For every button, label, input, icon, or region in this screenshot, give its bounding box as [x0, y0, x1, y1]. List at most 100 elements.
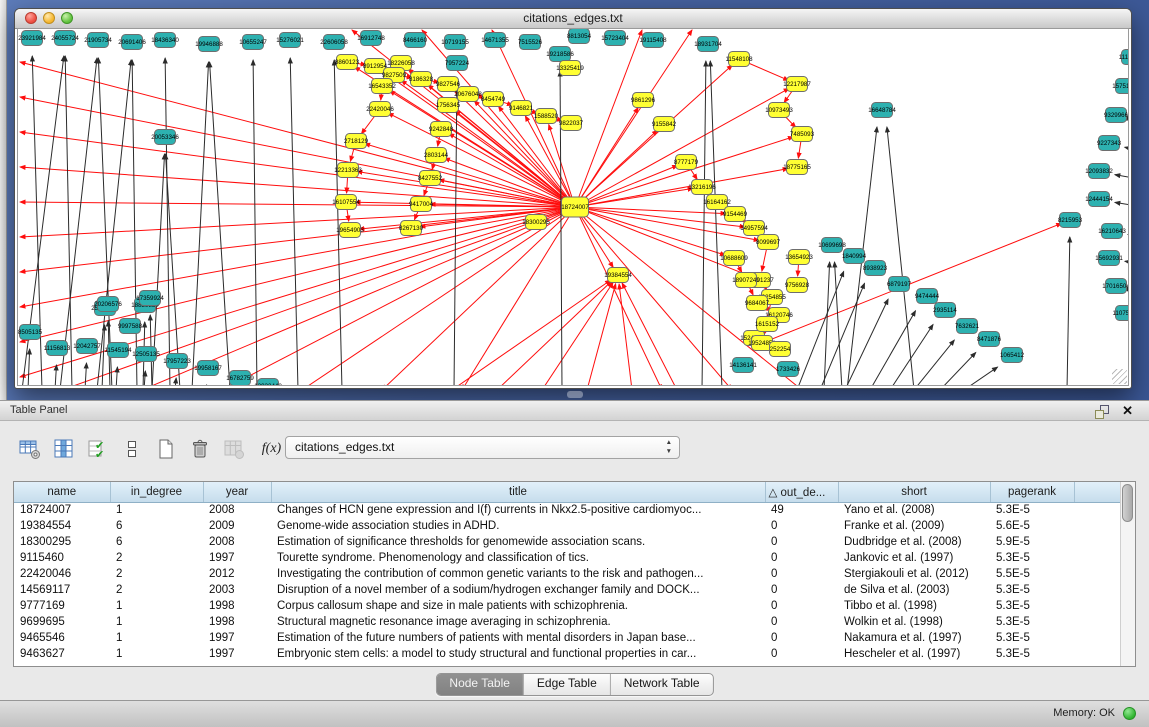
graph-edge[interactable]: [964, 367, 998, 386]
graph-edge[interactable]: [452, 280, 611, 386]
graph-edge[interactable]: [575, 165, 678, 207]
table-cell[interactable]: 5.3E-5: [990, 630, 1074, 646]
table-cell[interactable]: 2: [110, 550, 203, 566]
table-settings-button[interactable]: [16, 436, 43, 463]
tab-network-table[interactable]: Network Table: [611, 674, 713, 695]
graph-edge[interactable]: [914, 340, 954, 386]
table-cell[interactable]: Dudbridge et al. (2008): [838, 534, 990, 550]
table-cell[interactable]: 5.3E-5: [990, 582, 1074, 598]
table-cell[interactable]: 1997: [203, 630, 271, 646]
table-cell[interactable]: [1074, 518, 1120, 534]
table-row[interactable]: 2242004622012Investigating the contribut…: [14, 566, 1120, 582]
table-cell[interactable]: Investigating the contribution of common…: [271, 566, 765, 582]
graph-edge[interactable]: [702, 61, 706, 386]
graph-edge[interactable]: [20, 207, 575, 342]
table-cell[interactable]: Yano et al. (2008): [838, 502, 990, 518]
table-row[interactable]: 969969511998Structural magnetic resonanc…: [14, 614, 1120, 630]
table-cell[interactable]: 14569117: [14, 582, 110, 598]
table-cell[interactable]: 5.5E-5: [990, 566, 1074, 582]
canvas-resize-grip[interactable]: [1112, 369, 1127, 384]
table-cell[interactable]: 0: [765, 566, 838, 582]
table-cell[interactable]: Franke et al. (2009): [838, 518, 990, 534]
graph-edge[interactable]: [454, 80, 457, 386]
table-cell[interactable]: 2008: [203, 502, 271, 518]
table-cell[interactable]: 0: [765, 534, 838, 550]
column-header-title[interactable]: title: [271, 482, 765, 502]
graph-edge[interactable]: [175, 378, 176, 386]
function-builder-button[interactable]: f(x): [254, 436, 289, 463]
table-cell[interactable]: Genome-wide association studies in ADHD.: [271, 518, 765, 534]
table-cell[interactable]: 6: [110, 534, 203, 550]
graph-edge[interactable]: [575, 88, 789, 207]
graph-edge[interactable]: [575, 207, 732, 386]
graph-edge[interactable]: [575, 207, 726, 214]
table-cell[interactable]: [1074, 582, 1120, 598]
create-column-button[interactable]: [152, 436, 179, 463]
table-cell[interactable]: 5.3E-5: [990, 614, 1074, 630]
table-cell[interactable]: [1074, 550, 1120, 566]
graph-edge[interactable]: [206, 385, 207, 386]
table-cell[interactable]: 5.3E-5: [990, 550, 1074, 566]
graph-edge[interactable]: [20, 97, 575, 207]
column-header-short[interactable]: short: [838, 482, 990, 502]
delete-column-button[interactable]: [186, 436, 213, 463]
graph-edge[interactable]: [166, 154, 180, 386]
table-cell[interactable]: 0: [765, 518, 838, 534]
table-cell[interactable]: [1074, 614, 1120, 630]
graph-edge[interactable]: [97, 60, 131, 386]
table-row[interactable]: 946362711997Embryonic stem cells: a mode…: [14, 646, 1120, 662]
table-cell[interactable]: 5.6E-5: [990, 518, 1074, 534]
table-cell[interactable]: Changes of HCN gene expression and I(f) …: [271, 502, 765, 518]
graph-edge[interactable]: [1125, 261, 1129, 264]
table-cell[interactable]: 1: [110, 646, 203, 662]
graph-edge[interactable]: [587, 284, 616, 386]
graph-edge[interactable]: [388, 113, 575, 207]
table-cell[interactable]: [1074, 598, 1120, 614]
row-mode-button[interactable]: [118, 436, 145, 463]
table-cell[interactable]: 9463627: [14, 646, 110, 662]
graph-edge[interactable]: [144, 371, 145, 386]
table-cell[interactable]: 1997: [203, 550, 271, 566]
graph-edge[interactable]: [222, 207, 575, 386]
table-cell[interactable]: 1997: [203, 646, 271, 662]
graph-edge[interactable]: [132, 60, 137, 386]
graph-edge[interactable]: [1115, 175, 1129, 180]
select-columns-button[interactable]: ✔ ✔: [84, 436, 111, 463]
table-row[interactable]: 977716911998Corpus callosum shape and si…: [14, 598, 1120, 614]
table-cell[interactable]: 6: [110, 518, 203, 534]
graph-edge[interactable]: [98, 58, 112, 386]
table-cell[interactable]: [1074, 646, 1120, 662]
table-cell[interactable]: 1: [110, 614, 203, 630]
table-row[interactable]: 911546021997Tourette syndrome. Phenomeno…: [14, 550, 1120, 566]
graph-edge[interactable]: [28, 349, 30, 386]
graph-edge[interactable]: [55, 365, 56, 386]
table-cell[interactable]: 2008: [203, 534, 271, 550]
graph-edge[interactable]: [1115, 202, 1129, 207]
graph-edge[interactable]: [1128, 234, 1129, 237]
tab-node-table[interactable]: Node Table: [436, 674, 524, 695]
table-cell[interactable]: 9465546: [14, 630, 110, 646]
graph-edge[interactable]: [845, 299, 888, 386]
table-row[interactable]: 946554611997Estimation of the future num…: [14, 630, 1120, 646]
graph-edge[interactable]: [497, 281, 611, 386]
table-cell[interactable]: 2: [110, 566, 203, 582]
graph-edge[interactable]: [253, 60, 257, 386]
table-cell[interactable]: de Silva et al. (2003): [838, 582, 990, 598]
table-cell[interactable]: Hescheler et al. (1997): [838, 646, 990, 662]
table-cell[interactable]: 18724007: [14, 502, 110, 518]
graph-edge[interactable]: [1125, 147, 1129, 152]
table-row[interactable]: 1872400712008Changes of HCN gene express…: [14, 502, 1120, 518]
table-cell[interactable]: Nakamura et al. (1997): [838, 630, 990, 646]
table-cell[interactable]: 9699695: [14, 614, 110, 630]
graph-edge[interactable]: [622, 283, 677, 386]
close-panel-icon[interactable]: ✕: [1122, 401, 1133, 421]
column-header-year[interactable]: year: [203, 482, 271, 502]
table-row[interactable]: 1456911722003Disruption of a novel membe…: [14, 582, 1120, 598]
table-cell[interactable]: 5.3E-5: [990, 502, 1074, 518]
table-cell[interactable]: 2003: [203, 582, 271, 598]
table-cell[interactable]: Structural magnetic resonance image aver…: [271, 614, 765, 630]
graph-edge[interactable]: [60, 58, 97, 386]
table-cell[interactable]: 1: [110, 598, 203, 614]
table-cell[interactable]: 0: [765, 646, 838, 662]
column-header-in_degree[interactable]: in_degree: [110, 482, 203, 502]
